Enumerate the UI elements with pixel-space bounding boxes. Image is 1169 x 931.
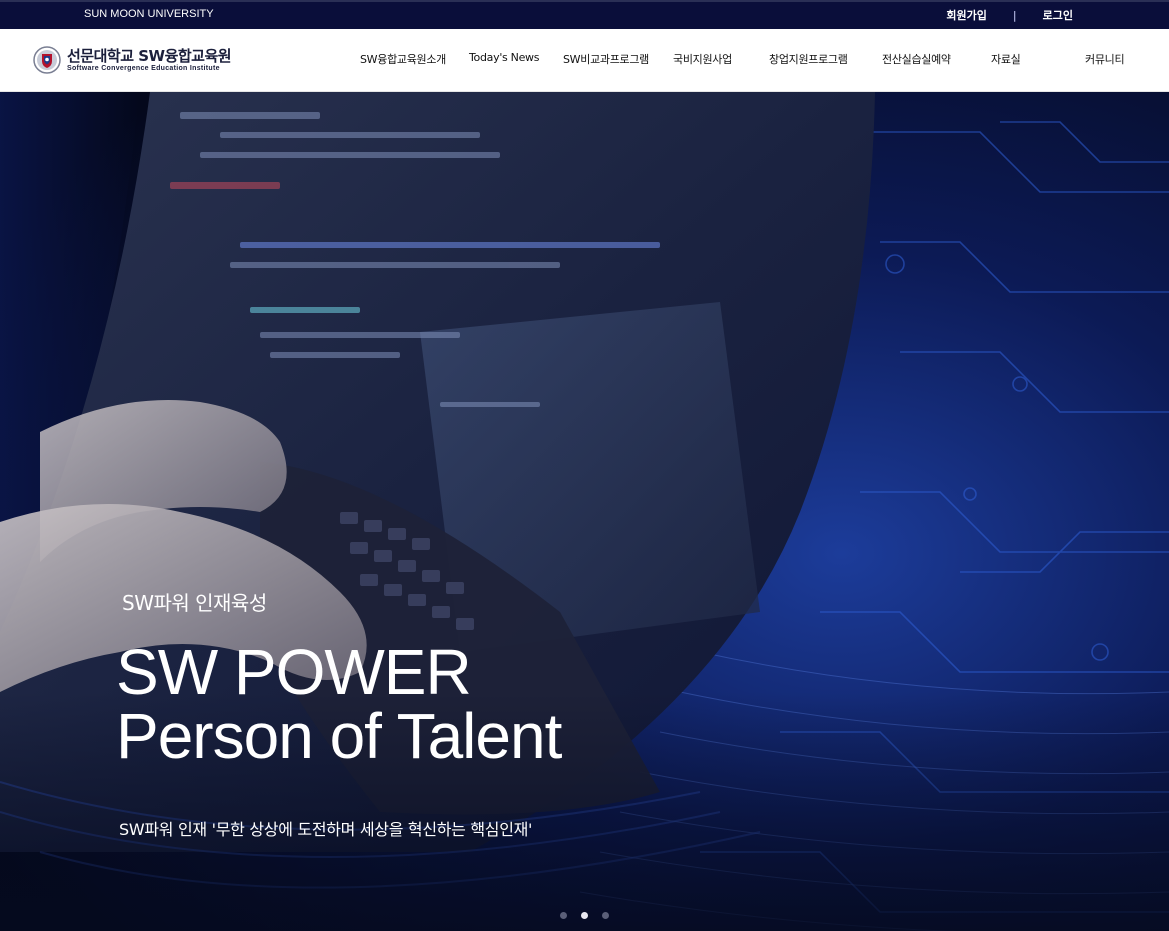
hero-headline: SW POWER Person of Talent	[116, 636, 562, 772]
hero-headline-line1: SW POWER	[116, 636, 472, 708]
menu-item-lab-reservation[interactable]: 전산실습실예약	[882, 51, 951, 67]
university-name: SUN MOON UNIVERSITY	[84, 8, 214, 20]
signup-link[interactable]: 회원가입	[946, 7, 986, 23]
main-navigation: 선문대학교 SW융합교육원 Software Convergence Educa…	[0, 29, 1169, 92]
top-utility-bar: SUN MOON UNIVERSITY 회원가입 | 로그인	[0, 0, 1169, 29]
menu-item-national-support[interactable]: 국비지원사업	[673, 51, 732, 67]
link-separator: |	[1012, 8, 1017, 22]
hero-tagline: SW파워 인재육성	[122, 591, 267, 615]
slider-pagination	[560, 912, 623, 919]
menu-item-community[interactable]: 커뮤니티	[1085, 51, 1125, 67]
hero-headline-line2: Person of Talent	[116, 700, 562, 772]
menu-item-about[interactable]: SW융합교육원소개	[360, 51, 446, 67]
menu-bar: SW융합교육원소개 Today's News SW비교과프로그램 국비지원사업 …	[0, 29, 1169, 91]
account-links: 회원가입 | 로그인	[946, 7, 1073, 23]
hero-background-image	[0, 92, 1169, 931]
slider-dot-3[interactable]	[602, 912, 609, 919]
menu-item-sw-programs[interactable]: SW비교과프로그램	[563, 51, 649, 67]
menu-item-todays-news[interactable]: Today's News	[469, 51, 540, 64]
hero-caption: SW파워 인재 '무한 상상에 도전하며 세상을 혁신하는 핵심인재'	[119, 820, 533, 839]
slider-dot-1[interactable]	[560, 912, 567, 919]
slider-dot-2[interactable]	[581, 912, 588, 919]
menu-item-resources[interactable]: 자료실	[991, 51, 1021, 67]
hero-banner: SW파워 인재육성 SW POWER Person of Talent SW파워…	[0, 92, 1169, 931]
login-link[interactable]: 로그인	[1043, 7, 1073, 23]
menu-item-startup-support[interactable]: 창업지원프로그램	[769, 51, 848, 67]
